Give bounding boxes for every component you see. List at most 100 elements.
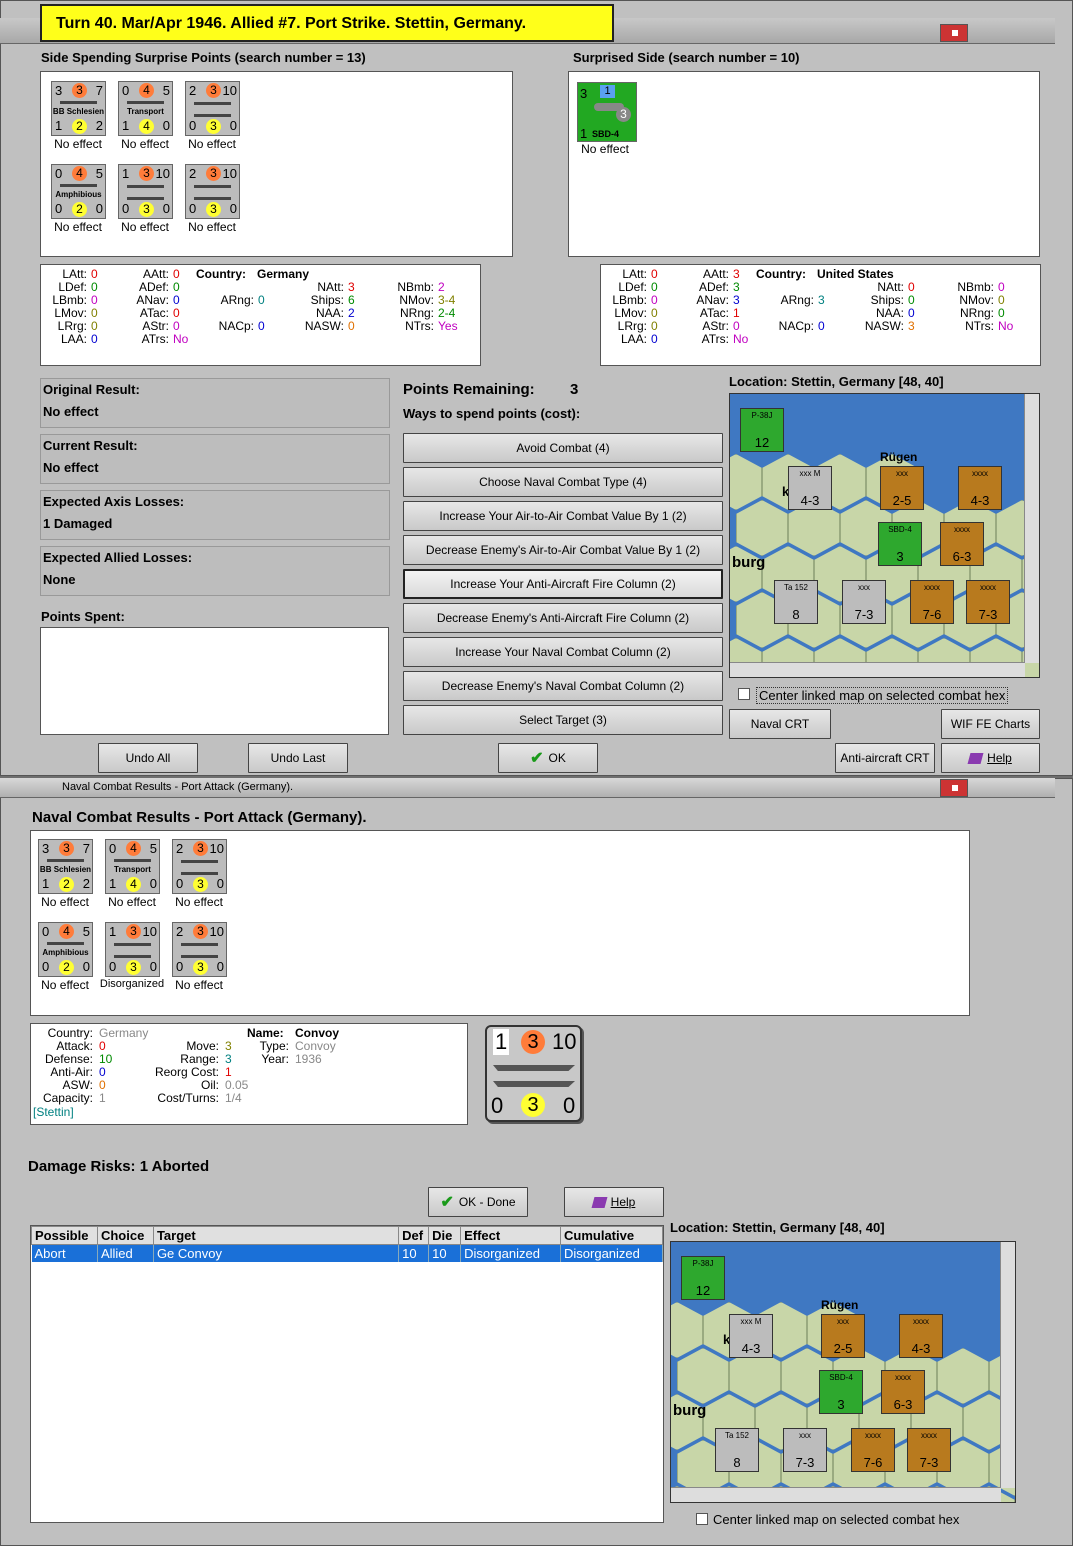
column-header[interactable]: Die xyxy=(428,1226,462,1245)
ship-counter[interactable]: 2 3 10 0 3 0 xyxy=(172,839,227,894)
location-map[interactable]: RügenburgkKP-38J12xxx M4-3xxx2-5xxxx4-3S… xyxy=(729,393,1040,678)
aa-crt-button[interactable]: Anti-aircraft CRT xyxy=(835,743,935,773)
spend-option-button[interactable]: Decrease Enemy's Naval Combat Column (2) xyxy=(403,671,723,701)
map-unit-counter[interactable]: xxxx 6-3 xyxy=(881,1370,925,1414)
help-button[interactable]: Help xyxy=(941,743,1040,773)
map-unit-counter[interactable]: xxxx 4-3 xyxy=(958,466,1002,510)
stat-label-arng: ARng: xyxy=(780,293,814,307)
map-unit-counter[interactable]: SBD-4 3 xyxy=(819,1370,863,1414)
ship-counter[interactable]: 2 3 10 0 3 0 xyxy=(185,164,240,219)
ship-icon xyxy=(47,859,84,862)
column-header[interactable]: Possible xyxy=(31,1226,98,1245)
column-header[interactable]: Choice xyxy=(96,1226,154,1245)
points-spent-label: Points Spent: xyxy=(41,609,125,624)
map-unit-counter[interactable]: xxxx 7-3 xyxy=(907,1428,951,1472)
counter-circle: 3 xyxy=(59,841,74,856)
map-unit-counter[interactable]: xxxx 7-6 xyxy=(851,1428,895,1472)
map-unit-counter[interactable]: Ta 152 8 xyxy=(774,580,818,624)
ship-icon xyxy=(194,114,231,117)
map-unit-counter[interactable]: SBD-4 3 xyxy=(878,522,922,566)
counter-circle: 4 xyxy=(139,83,154,98)
effect-label: Disorganized xyxy=(99,978,165,990)
spend-option-button[interactable]: Increase Your Air-to-Air Combat Value By… xyxy=(403,501,723,531)
ship-counter[interactable]: 3 3 7 BB Schlesien 1 2 2 xyxy=(38,839,93,894)
ship-counter[interactable]: 1 3 10 0 3 0 xyxy=(105,922,160,977)
map-unit-counter[interactable]: xxxx 7-3 xyxy=(966,580,1010,624)
unit-value: 6-3 xyxy=(893,1397,913,1412)
column-header[interactable]: Target xyxy=(152,1226,400,1245)
center-map-checkbox[interactable] xyxy=(738,688,750,700)
ship-counter[interactable]: 0 4 5 Transport 1 4 0 xyxy=(105,839,160,894)
stat-label-laa: LAA: xyxy=(620,332,647,346)
info-location[interactable]: [Stettin] xyxy=(33,1106,74,1119)
map-unit-counter[interactable]: Ta 152 8 xyxy=(715,1428,759,1472)
ship-icon xyxy=(47,942,84,945)
counter-circle: 3 xyxy=(193,924,208,939)
window-controls[interactable] xyxy=(985,24,1045,42)
map-scrollbar-h[interactable] xyxy=(730,662,1025,677)
location-map-2[interactable]: RügenburgkKP-38J12xxx M4-3xxx2-5xxxx4-3S… xyxy=(670,1241,1016,1503)
column-header[interactable]: Cumulative xyxy=(560,1226,663,1245)
ship-counter[interactable]: 1 3 10 0 3 0 xyxy=(118,164,173,219)
spend-option-button[interactable]: Choose Naval Combat Type (4) xyxy=(403,467,723,497)
map-unit-counter[interactable]: xxx M 4-3 xyxy=(729,1314,773,1358)
ship-icon xyxy=(60,101,97,104)
results-table[interactable]: Possible Choice Target Def Die Effect Cumulati… xyxy=(30,1225,664,1523)
counter-value: 3 xyxy=(55,83,63,98)
spend-option-button[interactable]: Select Target (3) xyxy=(403,705,723,735)
help-button-2[interactable]: Help xyxy=(564,1187,664,1217)
column-header[interactable]: Effect xyxy=(460,1226,562,1245)
spend-option-button[interactable]: Decrease Enemy's Anti-Aircraft Fire Colu… xyxy=(403,603,723,633)
undo-last-button[interactable]: Undo Last xyxy=(248,743,348,773)
spend-option-button[interactable]: Increase Your Anti-Aircraft Fire Column … xyxy=(403,569,723,599)
spend-option-button[interactable]: Decrease Enemy's Air-to-Air Combat Value… xyxy=(403,535,723,565)
map-unit-counter[interactable]: xxx M 4-3 xyxy=(788,466,832,510)
results-dialog-titlebar[interactable]: Naval Combat Results - Port Attack (Germ… xyxy=(0,778,1055,798)
table-cell: Disorganized xyxy=(560,1244,663,1262)
stat-label-nacp: NACp: xyxy=(778,319,814,333)
map-scrollbar-h[interactable] xyxy=(671,1487,1001,1502)
undo-all-button[interactable]: Undo All xyxy=(98,743,198,773)
map-unit-counter[interactable]: xxxx 7-6 xyxy=(910,580,954,624)
counter-label: Transport xyxy=(114,865,151,874)
sbd-counter[interactable]: 3 1 3 1 SBD-4 xyxy=(577,82,637,142)
effect-label: No effect xyxy=(54,220,102,234)
map-unit-counter[interactable]: xxxx 4-3 xyxy=(899,1314,943,1358)
map-unit-counter[interactable]: P-38J 12 xyxy=(681,1256,725,1300)
spend-option-button[interactable]: Avoid Combat (4) xyxy=(403,433,723,463)
map-unit-counter[interactable]: xxxx 6-3 xyxy=(940,522,984,566)
ship-counter[interactable]: 2 3 10 0 3 0 xyxy=(172,922,227,977)
ok-done-button[interactable]: ✔ OK - Done xyxy=(428,1187,528,1217)
ship-counter[interactable]: 0 4 5 Transport 1 4 0 xyxy=(118,81,173,136)
map-unit-counter[interactable]: xxx 2-5 xyxy=(821,1314,865,1358)
book-icon xyxy=(591,1196,608,1208)
ok-button[interactable]: ✔ OK xyxy=(498,743,598,773)
counter-circle: 3 xyxy=(521,1093,545,1117)
points-spent-list[interactable] xyxy=(40,627,389,735)
unit-label: xxx xyxy=(896,469,908,478)
effect-label: No effect xyxy=(121,137,169,151)
convoy-big-counter[interactable]: 1 3 10 0 3 0 xyxy=(485,1025,582,1122)
wif-charts-button[interactable]: WIF FE Charts xyxy=(941,709,1040,739)
ship-counter[interactable]: 3 3 7 BB Schlesien 1 2 2 xyxy=(51,81,106,136)
map-unit-counter[interactable]: P-38J 12 xyxy=(740,408,784,452)
center-map-checkbox-2[interactable] xyxy=(696,1513,708,1525)
counter-value: 1 xyxy=(122,118,130,133)
stat-label-ntrs: NTrs: xyxy=(965,319,994,333)
map-unit-counter[interactable]: xxx 2-5 xyxy=(880,466,924,510)
ship-counter[interactable]: 2 3 10 0 3 0 xyxy=(185,81,240,136)
ship-counter[interactable]: 0 4 5 Amphibious 0 2 0 xyxy=(51,164,106,219)
map-unit-counter[interactable]: xxx 7-3 xyxy=(842,580,886,624)
map-scrollbar-v[interactable] xyxy=(1024,394,1039,663)
unit-label: SBD-4 xyxy=(888,525,912,534)
map-scrollbar-v[interactable] xyxy=(1000,1242,1015,1488)
column-header[interactable]: Def xyxy=(398,1226,430,1245)
counter-value: 10 xyxy=(222,83,237,98)
map-unit-counter[interactable]: xxx 7-3 xyxy=(783,1428,827,1472)
map-hex xyxy=(730,454,762,510)
spend-option-button[interactable]: Increase Your Naval Combat Column (2) xyxy=(403,637,723,667)
ship-counter[interactable]: 0 4 5 Amphibious 0 2 0 xyxy=(38,922,93,977)
naval-crt-button[interactable]: Naval CRT xyxy=(729,709,831,739)
table-row[interactable]: Abort Allied Ge Convoy 10 10 Disorganized Diso… xyxy=(31,1244,663,1262)
counter-circle: 3 xyxy=(193,960,208,975)
